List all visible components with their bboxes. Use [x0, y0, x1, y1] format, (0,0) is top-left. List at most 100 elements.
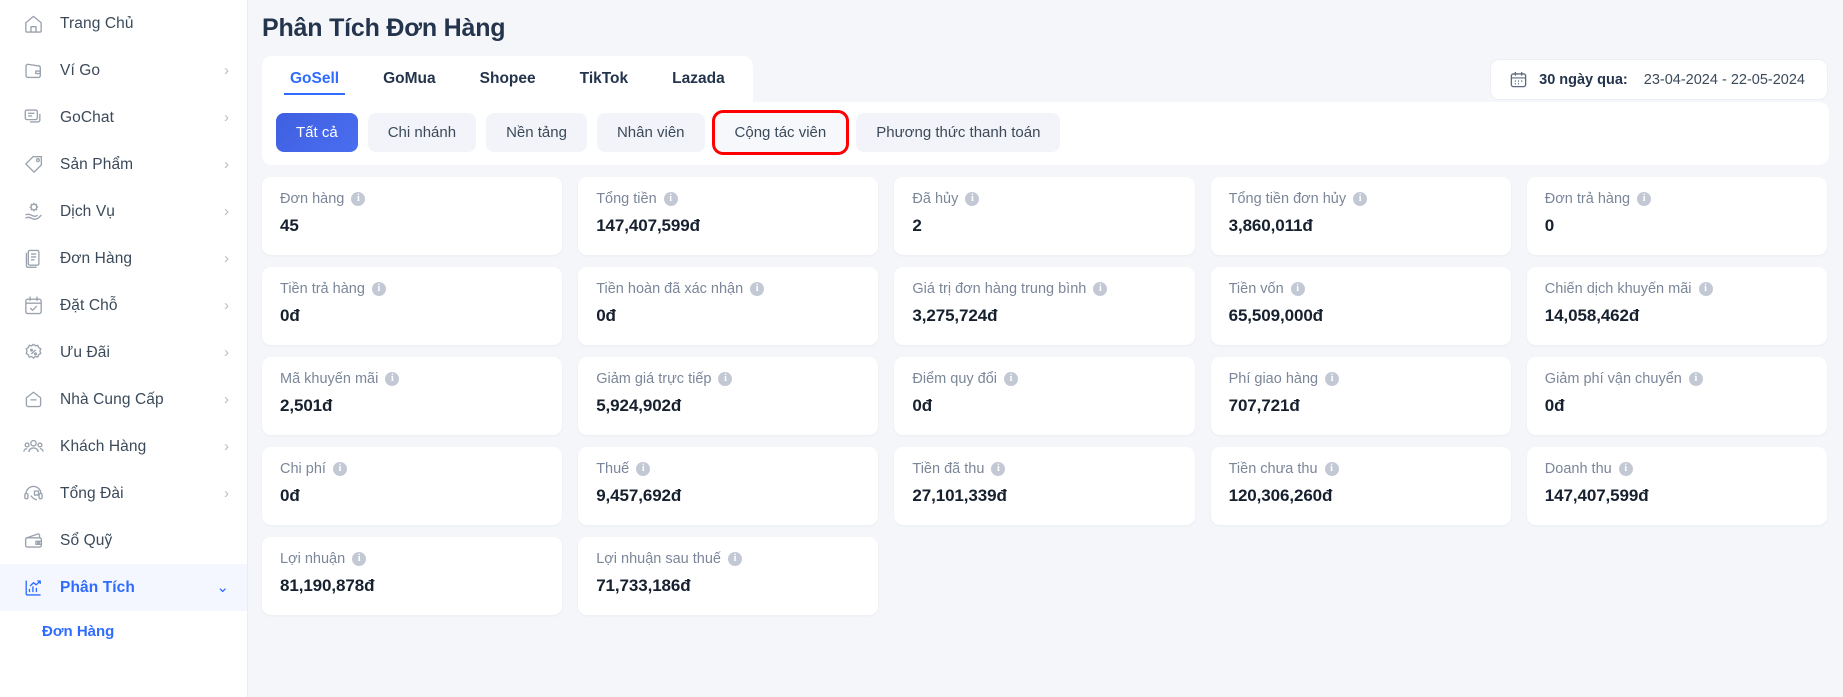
info-icon[interactable]: i	[1353, 192, 1368, 206]
chevron-right-icon[interactable]: ›	[224, 439, 229, 454]
sidebar-item-khach-hang[interactable]: Khách Hàng ›	[0, 423, 247, 470]
chevron-right-icon[interactable]: ›	[224, 486, 229, 501]
sidebar-item-dat-cho[interactable]: Đặt Chỗ ›	[0, 282, 247, 329]
metric-card-header: Chiến dịch khuyến mãi i	[1545, 281, 1809, 297]
chevron-right-icon[interactable]: ›	[224, 392, 229, 407]
tab-lazada[interactable]: Lazada	[650, 56, 747, 102]
sidebar-item-phan-tich[interactable]: Phân Tích ⌄	[0, 564, 247, 611]
home-icon	[20, 11, 46, 37]
metric-card-header: Giảm giá trực tiếp i	[596, 371, 860, 387]
calendar-icon	[1509, 70, 1528, 89]
filter-pill-chi-nhanh[interactable]: Chi nhánh	[367, 113, 477, 152]
metric-label: Giá trị đơn hàng trung bình	[912, 281, 1087, 297]
date-range-picker[interactable]: 30 ngày qua: 23-04-2024 - 22-05-2024	[1491, 60, 1827, 99]
chevron-right-icon[interactable]: ›	[224, 298, 229, 313]
info-icon[interactable]: i	[1698, 282, 1713, 296]
filter-pill-tat-ca[interactable]: Tất cả	[276, 113, 358, 152]
sidebar-item-tong-dai[interactable]: Tổng Đài ›	[0, 470, 247, 517]
tab-gosell[interactable]: GoSell	[268, 56, 361, 102]
info-icon[interactable]: i	[385, 372, 400, 386]
metric-card-da-huy: Đã hủy i 2	[894, 177, 1195, 255]
chevron-right-icon[interactable]: ›	[224, 157, 229, 172]
date-range-label: 30 ngày qua:	[1539, 71, 1628, 88]
info-icon[interactable]: i	[1637, 192, 1652, 206]
info-icon[interactable]: i	[352, 552, 367, 566]
metric-value: 0đ	[596, 306, 616, 325]
chevron-down-icon[interactable]: ⌄	[216, 580, 229, 595]
metric-card-tien-von: Tiền vốn i 65,509,000đ	[1210, 267, 1511, 345]
sidebar-item-san-pham[interactable]: Sản Phẩm ›	[0, 141, 247, 188]
filter-pill-phuong-thuc-thanh-toan[interactable]: Phương thức thanh toán	[856, 113, 1061, 152]
sidebar-item-label: Đặt Chỗ	[60, 296, 118, 314]
info-icon[interactable]: i	[1324, 462, 1339, 476]
info-icon[interactable]: i	[332, 462, 347, 476]
info-icon[interactable]: i	[728, 552, 742, 566]
sidebar-item-nha-cung-cap[interactable]: Nhà Cung Cấp ›	[0, 376, 247, 423]
filter-pill-bar: Tất cả Chi nhánh Nền tảng Nhân viên Cộng tác…	[262, 102, 1829, 165]
info-icon[interactable]: i	[750, 282, 765, 296]
info-icon[interactable]: i	[991, 462, 1006, 476]
tag-icon	[20, 152, 46, 178]
chevron-right-icon[interactable]: ›	[224, 63, 229, 78]
metric-card-header: Đơn trả hàng i	[1545, 191, 1809, 207]
info-icon[interactable]: i	[965, 192, 980, 206]
info-icon[interactable]: i	[1325, 372, 1340, 386]
info-icon[interactable]: i	[718, 372, 733, 386]
info-icon[interactable]: i	[371, 282, 386, 296]
sidebar-item-so-quy[interactable]: Sổ Quỹ	[0, 517, 247, 564]
metric-value: 14,058,462đ	[1544, 306, 1640, 325]
metric-card-tien-hoan-da-xac-nhan: Tiền hoàn đã xác nhận i 0đ	[578, 267, 879, 345]
metric-label: Tổng tiền	[596, 191, 657, 207]
call-center-icon	[20, 481, 46, 507]
metric-value: 0đ	[1544, 396, 1565, 415]
info-icon[interactable]: i	[1290, 282, 1305, 296]
chevron-right-icon[interactable]: ›	[224, 345, 229, 360]
info-icon[interactable]: i	[1004, 372, 1019, 386]
sidebar-item-vi-go[interactable]: Ví Go ›	[0, 47, 247, 94]
chat-icon	[20, 105, 46, 131]
info-icon[interactable]: i	[1618, 462, 1633, 476]
metric-label: Tiền chưa thu	[1228, 461, 1318, 477]
analytics-chart-icon	[20, 575, 46, 601]
metric-card-diem-quy-doi: Điểm quy đổi i 0đ	[894, 357, 1195, 435]
metric-card-header: Đơn hàng i	[280, 191, 544, 207]
info-icon[interactable]: i	[636, 462, 651, 476]
metric-card-header: Phí giao hàng i	[1229, 371, 1493, 387]
info-icon[interactable]: i	[1093, 282, 1108, 296]
chevron-right-icon[interactable]: ›	[224, 204, 229, 219]
chevron-right-icon[interactable]: ›	[224, 110, 229, 125]
channel-tabs: GoSell GoMua Shopee TikTok Lazada	[262, 56, 753, 102]
metric-card-header: Mã khuyến mãi i	[280, 371, 544, 387]
filter-pill-cong-tac-vien[interactable]: Cộng tác viên	[714, 113, 847, 152]
sidebar-item-dich-vu[interactable]: Dịch Vụ ›	[0, 188, 247, 235]
sidebar-item-trang-chu[interactable]: Trang Chủ	[0, 0, 247, 47]
sidebar: Trang Chủ Ví Go › GoChat › Sản Phẩm › Dịch Vụ › Đ…	[0, 0, 248, 697]
metric-card-header: Giảm phí vận chuyển i	[1545, 371, 1809, 387]
info-icon[interactable]: i	[351, 192, 366, 206]
sidebar-subitem-label: Đơn Hàng	[42, 622, 115, 640]
filter-pill-nen-tang[interactable]: Nền tảng	[486, 113, 587, 152]
sidebar-item-don-hang[interactable]: Đơn Hàng ›	[0, 235, 247, 282]
metric-card-tien-da-thu: Tiền đã thu i 27,101,339đ	[894, 447, 1195, 525]
metric-label: Giảm giá trực tiếp	[596, 371, 712, 387]
metric-value: 45	[280, 216, 299, 235]
sidebar-subitem-don-hang[interactable]: Đơn Hàng	[0, 611, 247, 651]
metric-label: Thuế	[596, 461, 630, 477]
metric-label: Tổng tiền đơn hủy	[1228, 191, 1347, 207]
chevron-right-icon[interactable]: ›	[224, 251, 229, 266]
metric-card-giam-gia-truc-tiep: Giảm giá trực tiếp i 5,924,902đ	[578, 357, 879, 435]
metric-card-header: Doanh thu i	[1545, 461, 1809, 477]
sidebar-item-gochat[interactable]: GoChat ›	[0, 94, 247, 141]
sidebar-item-uu-dai[interactable]: Ưu Đãi ›	[0, 329, 247, 376]
info-icon[interactable]: i	[1688, 372, 1703, 386]
tab-shopee[interactable]: Shopee	[458, 56, 558, 102]
metric-card-chien-dich-khuyen-mai: Chiến dịch khuyến mãi i 14,058,462đ	[1526, 267, 1827, 345]
discount-percent-icon	[20, 340, 46, 366]
metric-card-don-hang: Đơn hàng i 45	[262, 177, 563, 255]
metric-label: Tiền đã thu	[912, 461, 985, 477]
filter-pill-nhan-vien[interactable]: Nhân viên	[596, 113, 705, 152]
tab-gomua[interactable]: GoMua	[361, 56, 458, 102]
info-icon[interactable]: i	[663, 192, 678, 206]
metric-card-tong-tien: Tổng tiền i 147,407,599đ	[578, 177, 879, 255]
tab-tiktok[interactable]: TikTok	[558, 56, 651, 102]
